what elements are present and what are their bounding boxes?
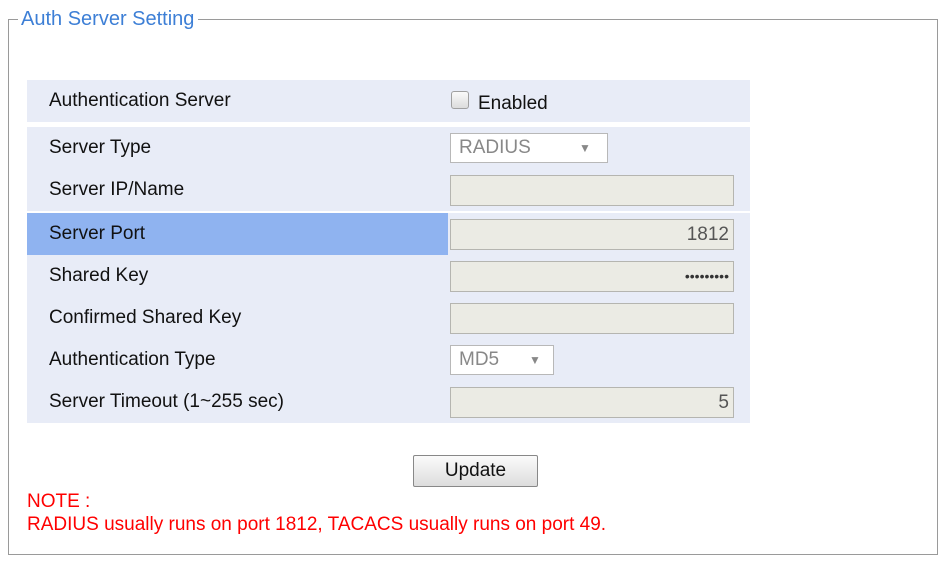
- authentication-type-select[interactable]: MD5 ▼: [450, 345, 554, 375]
- shared-key-label: Shared Key: [49, 265, 149, 286]
- server-timeout-value-cell: 5: [448, 381, 750, 423]
- confirmed-shared-key-input[interactable]: [450, 303, 734, 334]
- server-type-select[interactable]: RADIUS ▼: [450, 133, 608, 163]
- row-server-ip-name: Server IP/Name: [27, 169, 750, 211]
- shared-key-input[interactable]: •••••••••: [450, 261, 734, 292]
- server-timeout-input[interactable]: 5: [450, 387, 734, 418]
- row-authentication-type: Authentication Type MD5 ▼: [27, 339, 750, 381]
- server-port-input[interactable]: 1812: [450, 219, 734, 250]
- server-port-value-cell: 1812: [448, 213, 750, 255]
- server-port-label: Server Port: [49, 223, 146, 244]
- server-timeout-label: Server Timeout (1~255 sec): [49, 391, 284, 412]
- update-button[interactable]: Update: [413, 455, 538, 487]
- confirmed-shared-key-value-cell: [448, 297, 750, 339]
- server-type-value-cell: RADIUS ▼: [448, 127, 750, 169]
- row-shared-key: Shared Key •••••••••: [27, 255, 750, 297]
- note-title: NOTE :: [27, 491, 91, 512]
- server-type-label: Server Type: [49, 137, 152, 158]
- shared-key-value-cell: •••••••••: [448, 255, 750, 297]
- authentication-server-label: Authentication Server: [49, 90, 231, 111]
- authentication-type-label: Authentication Type: [49, 349, 216, 370]
- server-ip-name-label: Server IP/Name: [49, 179, 185, 200]
- authentication-server-value-cell: Enabled: [448, 80, 750, 122]
- row-confirmed-shared-key: Confirmed Shared Key: [27, 297, 750, 339]
- confirmed-shared-key-label: Confirmed Shared Key: [49, 307, 242, 328]
- authentication-type-selected-value: MD5: [459, 349, 500, 370]
- enabled-checkbox[interactable]: [451, 91, 469, 109]
- row-server-timeout: Server Timeout (1~255 sec) 5: [27, 381, 750, 423]
- panel-legend: Auth Server Setting: [18, 7, 199, 31]
- server-type-selected-value: RADIUS: [459, 137, 531, 158]
- server-ip-name-value-cell: [448, 169, 750, 211]
- authentication-type-value-cell: MD5 ▼: [448, 339, 750, 381]
- row-server-port: Server Port 1812: [27, 213, 750, 255]
- server-ip-name-input[interactable]: [450, 175, 734, 206]
- enabled-checkbox-label[interactable]: Enabled: [478, 83, 548, 125]
- chevron-down-icon: ▼: [529, 353, 541, 367]
- row-server-type: Server Type RADIUS ▼: [27, 127, 750, 169]
- note-text: RADIUS usually runs on port 1812, TACACS…: [27, 514, 607, 535]
- chevron-down-icon: ▼: [579, 141, 591, 155]
- row-authentication-server: Authentication Server Enabled: [27, 80, 750, 122]
